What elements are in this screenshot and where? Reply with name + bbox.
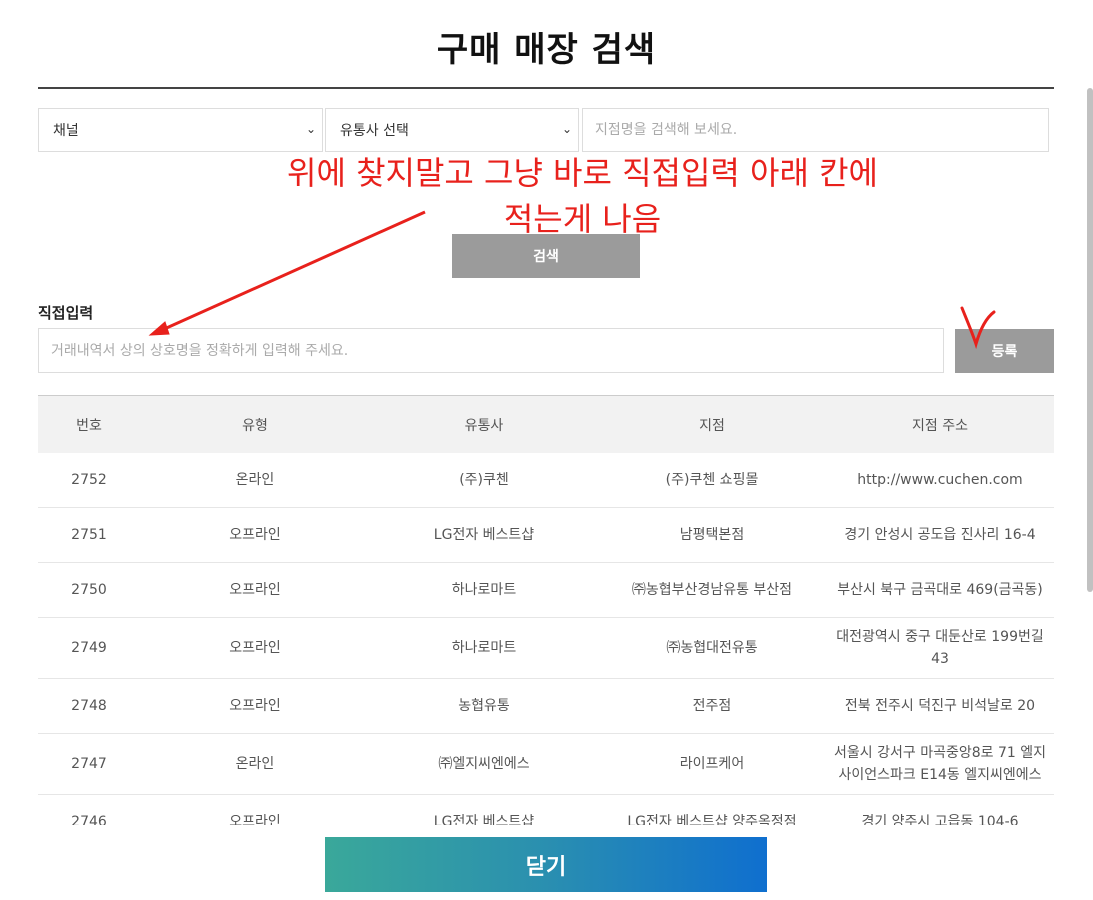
header-address: 지점 주소	[826, 395, 1054, 453]
cell-type: 온라인	[140, 453, 370, 508]
cell-distributor: 하나로마트	[370, 617, 598, 679]
header-number: 번호	[38, 395, 140, 453]
search-button[interactable]: 검색	[452, 234, 640, 278]
table-row[interactable]: 2751 오프라인 LG전자 베스트샵 남평택본점 경기 안성시 공도읍 진사리 16-…	[38, 507, 1054, 563]
cell-branch: 남평택본점	[598, 507, 826, 563]
cell-number: 2751	[38, 507, 140, 563]
cell-address: 대전광역시 중구 대둔산로 199번길 43	[826, 617, 1054, 679]
table-row[interactable]: 2749 오프라인 하나로마트 ㈜농협대전유통 대전광역시 중구 대둔산로 199번길 …	[38, 617, 1054, 679]
distributor-select[interactable]: 유통사 선택 ⌄	[325, 108, 579, 152]
annotation-line-1: 위에 찾지말고 그냥 바로 직접입력 아래 칸에	[287, 154, 878, 192]
header-type: 유형	[140, 395, 370, 453]
cell-branch: (주)쿠첸 쇼핑몰	[598, 453, 826, 508]
distributor-select-value: 유통사 선택	[340, 123, 409, 139]
header-branch: 지점	[598, 395, 826, 453]
cell-address: 부산시 북구 금곡대로 469(금곡동)	[826, 562, 1054, 618]
close-button[interactable]: 닫기	[325, 837, 767, 892]
channel-select-value: 채널	[53, 123, 79, 139]
channel-select[interactable]: 채널 ⌄	[38, 108, 323, 152]
title-divider	[38, 87, 1054, 89]
cell-distributor: LG전자 베스트샵	[370, 507, 598, 563]
cell-type: 온라인	[140, 733, 370, 795]
cell-number: 2750	[38, 562, 140, 618]
cell-number: 2752	[38, 453, 140, 508]
cell-distributor: 농협유통	[370, 678, 598, 734]
cell-branch: ㈜농협대전유통	[598, 617, 826, 679]
chevron-down-icon: ⌄	[305, 122, 316, 136]
cell-address: 전북 전주시 덕진구 비석날로 20	[826, 678, 1054, 734]
cell-number: 2746	[38, 794, 140, 825]
table-header-row: 번호 유형 유통사 지점 지점 주소	[38, 395, 1054, 453]
table-row[interactable]: 2746 오프라인 LG전자 베스트샵 LG전자 베스트샵 양주옥정점 경기 양주시 고…	[38, 794, 1054, 825]
cell-number: 2747	[38, 733, 140, 795]
cell-type: 오프라인	[140, 617, 370, 679]
header-distributor: 유통사	[370, 395, 598, 453]
handwritten-annotation: 위에 찾지말고 그냥 바로 직접입력 아래 칸에 적는게 나음	[260, 150, 905, 242]
cell-branch: LG전자 베스트샵 양주옥정점	[598, 794, 826, 825]
direct-input-label: 직접입력	[38, 304, 94, 322]
cell-branch: ㈜농협부산경남유통 부산점	[598, 562, 826, 618]
cell-branch: 라이프케어	[598, 733, 826, 795]
cell-number: 2749	[38, 617, 140, 679]
table-row[interactable]: 2748 오프라인 농협유통 전주점 전북 전주시 덕진구 비석날로 20	[38, 678, 1054, 734]
cell-number: 2748	[38, 678, 140, 734]
table-row[interactable]: 2750 오프라인 하나로마트 ㈜농협부산경남유통 부산점 부산시 북구 금곡대로 46…	[38, 562, 1054, 618]
cell-address: 서울시 강서구 마곡중앙8로 71 엘지사이언스파크 E14동 엘지씨엔에스	[826, 733, 1054, 795]
cell-type: 오프라인	[140, 507, 370, 563]
chevron-down-icon: ⌄	[561, 122, 572, 136]
register-button[interactable]: 등록	[955, 329, 1054, 373]
cell-type: 오프라인	[140, 678, 370, 734]
cell-branch: 전주점	[598, 678, 826, 734]
direct-store-input[interactable]	[38, 328, 944, 373]
store-table: 번호 유형 유통사 지점 지점 주소 2752 온라인 (주)쿠첸 (주)쿠첸 쇼핑몰…	[38, 395, 1054, 825]
cell-address: 경기 양주시 고읍동 104-6	[826, 794, 1054, 825]
cell-type: 오프라인	[140, 562, 370, 618]
cell-distributor: ㈜엘지씨엔에스	[370, 733, 598, 795]
cell-type: 오프라인	[140, 794, 370, 825]
cell-address: http://www.cuchen.com	[826, 453, 1054, 508]
table-row[interactable]: 2747 온라인 ㈜엘지씨엔에스 라이프케어 서울시 강서구 마곡중앙8로 71 엘지사…	[38, 733, 1054, 795]
store-table-container[interactable]: 번호 유형 유통사 지점 지점 주소 2752 온라인 (주)쿠첸 (주)쿠첸 쇼핑몰…	[38, 395, 1054, 825]
cell-distributor: (주)쿠첸	[370, 453, 598, 508]
cell-distributor: 하나로마트	[370, 562, 598, 618]
page-title: 구매 매장 검색	[436, 30, 657, 70]
table-row[interactable]: 2752 온라인 (주)쿠첸 (주)쿠첸 쇼핑몰 http://www.cuchen.c…	[38, 453, 1054, 508]
store-search-input[interactable]	[582, 108, 1049, 152]
scrollbar-thumb	[1087, 88, 1093, 592]
cell-address: 경기 안성시 공도읍 진사리 16-4	[826, 507, 1054, 563]
cell-distributor: LG전자 베스트샵	[370, 794, 598, 825]
